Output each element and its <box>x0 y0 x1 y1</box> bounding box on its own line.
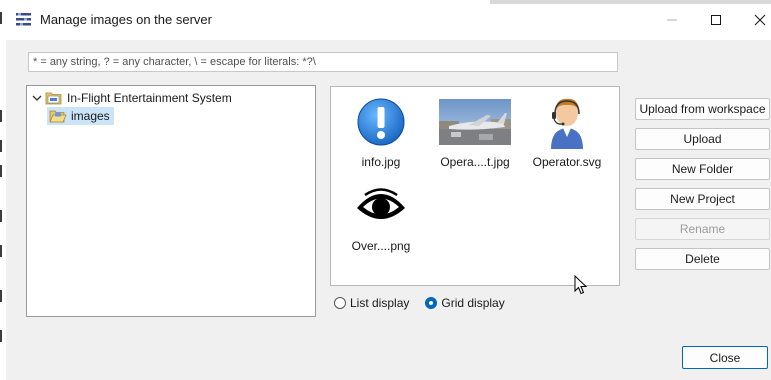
maximize-icon <box>711 15 721 25</box>
window-close-button[interactable] <box>738 6 771 34</box>
new-folder-button[interactable]: New Folder <box>635 158 770 180</box>
radio-label: Grid display <box>441 296 505 310</box>
image-tile-airport[interactable]: Opera....t.jpg <box>437 93 513 169</box>
project-folder-icon <box>45 92 62 105</box>
delete-button[interactable]: Delete <box>635 248 770 270</box>
tree-item-label: images <box>71 109 110 123</box>
manage-images-dialog: Manage images on the server * = any stri… <box>0 0 771 380</box>
image-tile-overview[interactable]: Over....png <box>343 177 419 253</box>
chevron-down-icon[interactable] <box>31 92 43 104</box>
image-manager-icon <box>16 13 31 26</box>
folder-tree[interactable]: In-Flight Entertainment System images <box>26 85 316 317</box>
image-grid[interactable]: info.jpg Opera....t.jpg Operator.svg Ove… <box>330 86 620 286</box>
image-caption: Operator.svg <box>532 155 602 169</box>
eye-icon <box>357 188 405 219</box>
info-icon <box>357 98 405 146</box>
upload-from-workspace-button[interactable]: Upload from workspace <box>635 98 770 120</box>
close-button[interactable]: Close <box>682 346 768 369</box>
display-mode-group: List display Grid display <box>334 296 521 310</box>
list-display-radio[interactable]: List display <box>334 296 409 310</box>
image-caption: Opera....t.jpg <box>440 155 510 169</box>
rename-button[interactable]: Rename <box>635 218 770 240</box>
image-caption: info.jpg <box>361 155 401 169</box>
minimize-button[interactable] <box>650 6 694 34</box>
image-caption: Over....png <box>351 239 411 253</box>
title-bar[interactable]: Manage images on the server <box>6 0 771 40</box>
window-title: Manage images on the server <box>40 12 212 27</box>
new-project-button[interactable]: New Project <box>635 188 770 210</box>
upload-button[interactable]: Upload <box>635 128 770 150</box>
tree-item-label: In-Flight Entertainment System <box>67 91 232 105</box>
background-strip <box>490 0 771 4</box>
close-icon <box>754 14 766 26</box>
tree-item-project[interactable]: In-Flight Entertainment System <box>31 89 232 107</box>
radio-label: List display <box>350 296 410 310</box>
minimize-icon <box>667 19 677 21</box>
image-tile-operator[interactable]: Operator.svg <box>529 93 605 169</box>
maximize-button[interactable] <box>694 6 738 34</box>
mouse-cursor-icon <box>574 275 588 295</box>
tree-item-images[interactable]: images <box>47 107 114 125</box>
grid-display-radio[interactable]: Grid display <box>425 296 505 310</box>
open-folder-icon <box>49 110 67 123</box>
background-edge <box>0 0 6 380</box>
airport-photo <box>439 99 511 145</box>
image-tile-info[interactable]: info.jpg <box>343 93 419 169</box>
filter-input[interactable]: * = any string, ? = any character, \ = e… <box>28 52 618 72</box>
operator-icon <box>551 98 583 149</box>
radio-selected-icon[interactable] <box>425 297 438 309</box>
radio-icon[interactable] <box>334 297 346 309</box>
